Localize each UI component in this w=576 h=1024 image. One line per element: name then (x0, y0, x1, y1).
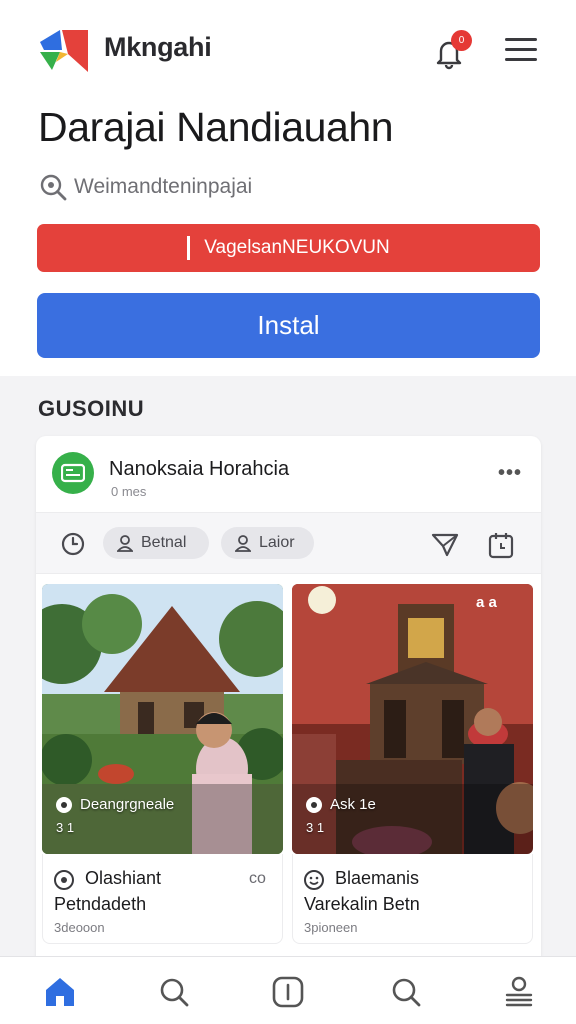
avatar[interactable] (52, 452, 94, 494)
item-subtitle: Petndadeth (54, 894, 147, 914)
app-name: Mkngahi (104, 32, 212, 62)
action-bar: Betnal Laior (36, 512, 541, 574)
interior-photo-image (292, 584, 533, 854)
photo-overlay-text: Ask 1e (330, 796, 376, 813)
bottom-navigation (0, 956, 576, 1024)
action-pill-label: Betnal (141, 534, 187, 551)
card-title: Nanoksaia Horahcia (109, 458, 290, 480)
hamburger-menu-icon[interactable] (505, 38, 537, 61)
search-icon[interactable] (157, 975, 191, 1009)
caret-icon (187, 236, 191, 260)
more-options-icon[interactable]: ••• (498, 462, 522, 485)
calendar-icon[interactable] (488, 531, 514, 559)
action-pill-betnal[interactable]: Betnal (103, 527, 209, 559)
photo-overlay-text: Deangrgneale (80, 796, 175, 813)
gallery-photo-interior[interactable]: a a Ask 1e 3 1 (292, 584, 533, 854)
red-action-label: VagelsanNEUKOVUN (204, 237, 390, 258)
top-bar: Mkngahi 0 (0, 0, 576, 96)
photo-badge: a a (476, 594, 497, 611)
page-title: Darajai Nandiauahn (38, 104, 394, 150)
photo-overlay-sub: 3 1 (56, 820, 75, 835)
photo-overlay-label: Deangrgneale (56, 796, 174, 813)
send-icon[interactable] (431, 531, 459, 559)
location-pin-icon (306, 796, 322, 813)
app-logo-icon[interactable] (38, 28, 90, 72)
gallery-photo-house[interactable]: Deangrgneale 3 1 (42, 584, 283, 854)
card-meta: 0 mes (111, 484, 147, 499)
gallery-item-info[interactable]: Blaemanis Varekalin Betn 3pioneen (292, 854, 533, 944)
profile-icon[interactable] (502, 975, 536, 1009)
clock-icon[interactable] (60, 531, 86, 557)
gallery-item-info[interactable]: Olashiant co Petndadeth 3deooon (42, 854, 283, 944)
install-button[interactable]: Instal (37, 293, 540, 358)
page-subtitle: Weimandteninpajai (74, 175, 253, 198)
item-info-icon (54, 870, 74, 890)
item-extra: co (249, 870, 266, 887)
subtitle-row: Weimandteninpajai (38, 172, 252, 202)
photo-overlay-sub: 3 1 (306, 820, 325, 835)
home-icon[interactable] (43, 975, 77, 1009)
photo-overlay-label: Ask 1e (306, 796, 376, 813)
action-pill-label: Laior (259, 534, 295, 551)
house-photo-image (42, 584, 283, 854)
post-card: Nanoksaia Horahcia 0 mes ••• Betnal Laio… (36, 436, 541, 996)
item-meta: 3pioneen (304, 920, 358, 935)
location-pin-icon (56, 796, 72, 813)
notification-badge: 0 (451, 30, 472, 51)
user-icon (117, 535, 133, 552)
card-avatar-icon (61, 463, 85, 483)
install-label: Instal (257, 310, 320, 340)
search-location-icon (40, 174, 67, 201)
action-pill-laior[interactable]: Laior (221, 527, 314, 559)
section-title: GUSOINU (38, 396, 145, 421)
user-icon (235, 535, 251, 552)
info-icon[interactable] (271, 975, 305, 1009)
item-title: Blaemanis (335, 868, 420, 888)
search-icon[interactable] (389, 975, 423, 1009)
red-action-button[interactable]: VagelsanNEUKOVUN (37, 224, 540, 272)
item-title: Olashiant (85, 868, 162, 888)
item-emoji-icon (304, 870, 324, 890)
item-subtitle: Varekalin Betn (304, 894, 420, 914)
item-meta: 3deooon (54, 920, 105, 935)
